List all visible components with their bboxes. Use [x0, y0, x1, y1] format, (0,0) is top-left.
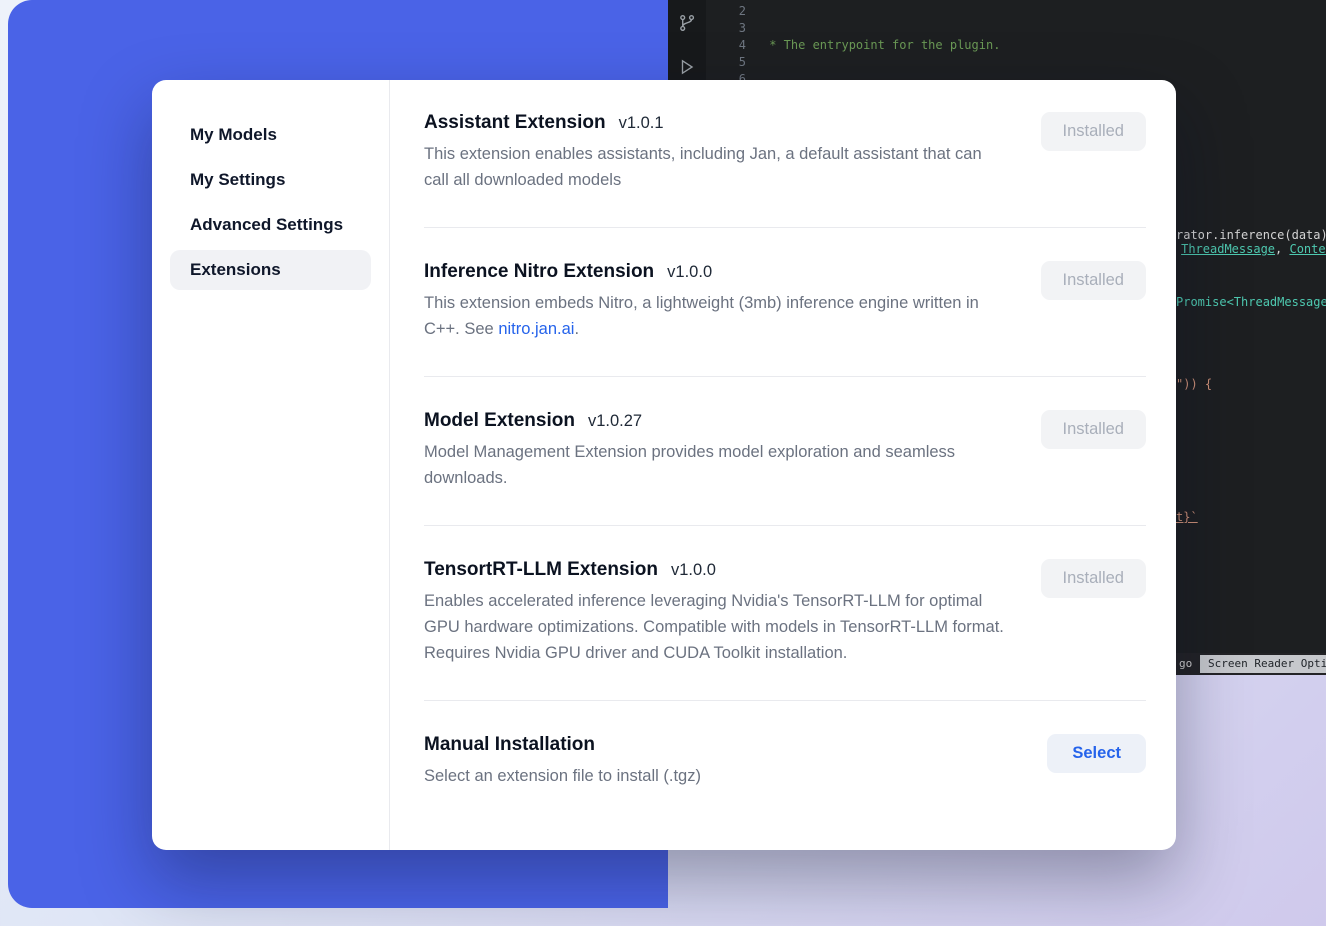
sidebar-item-advanced-settings[interactable]: Advanced Settings — [170, 205, 371, 245]
code-fragment: rator.inference(data)); — [1176, 228, 1326, 242]
extension-description: This extension embeds Nitro, a lightweig… — [424, 290, 1006, 342]
code-fragment: t}` — [1176, 510, 1198, 524]
manual-installation-title: Manual Installation — [424, 734, 595, 756]
extension-version: v1.0.0 — [667, 263, 712, 282]
extension-row-model: Model Extension v1.0.27 Model Management… — [424, 376, 1146, 525]
select-file-button[interactable]: Select — [1047, 734, 1146, 773]
code-fragment: Promise<ThreadMessage> — [1176, 295, 1326, 309]
editor-line-numbers: 2 3 4 5 6 — [706, 3, 746, 88]
sidebar-item-my-settings[interactable]: My Settings — [170, 160, 371, 200]
installed-button[interactable]: Installed — [1041, 410, 1146, 449]
run-icon[interactable] — [678, 58, 696, 76]
settings-modal: My Models My Settings Advanced Settings … — [152, 80, 1176, 850]
extension-version: v1.0.1 — [619, 114, 664, 133]
extension-description: Model Management Extension provides mode… — [424, 439, 1006, 491]
installed-button[interactable]: Installed — [1041, 112, 1146, 151]
extension-title: Model Extension — [424, 410, 575, 432]
extension-version: v1.0.0 — [671, 561, 716, 580]
sidebar-item-extensions[interactable]: Extensions — [170, 250, 371, 290]
extension-version: v1.0.27 — [588, 412, 642, 431]
screen-reader-badge[interactable]: Screen Reader Optimized — [1200, 655, 1326, 673]
extensions-panel: Assistant Extension v1.0.1 This extensio… — [390, 80, 1176, 850]
extension-title: TensortRT-LLM Extension — [424, 559, 658, 581]
code-fragment: ")) { — [1176, 377, 1212, 391]
extension-row-nitro: Inference Nitro Extension v1.0.0 This ex… — [424, 227, 1146, 376]
code-line-2: * The entrypoint for the plugin. — [762, 37, 1326, 54]
extension-row-tensorrt: TensortRT-LLM Extension v1.0.0 Enables a… — [424, 525, 1146, 700]
extension-row-assistant: Assistant Extension v1.0.1 This extensio… — [424, 80, 1146, 227]
git-branch-icon[interactable] — [678, 14, 696, 32]
description-text: . — [574, 320, 579, 338]
extension-description: Enables accelerated inference leveraging… — [424, 588, 1006, 666]
manual-installation-description: Select an extension file to install (.tg… — [424, 763, 701, 789]
installed-button[interactable]: Installed — [1041, 559, 1146, 598]
nitro-jan-ai-link[interactable]: nitro.jan.ai — [498, 320, 574, 338]
status-text: go — [1179, 657, 1192, 670]
settings-sidebar: My Models My Settings Advanced Settings … — [152, 80, 390, 850]
installed-button[interactable]: Installed — [1041, 261, 1146, 300]
sidebar-item-my-models[interactable]: My Models — [170, 115, 371, 155]
extension-description: This extension enables assistants, inclu… — [424, 141, 1006, 193]
extension-title: Assistant Extension — [424, 112, 606, 134]
manual-installation-row: Manual Installation Select an extension … — [424, 700, 1146, 823]
extension-title: Inference Nitro Extension — [424, 261, 654, 283]
